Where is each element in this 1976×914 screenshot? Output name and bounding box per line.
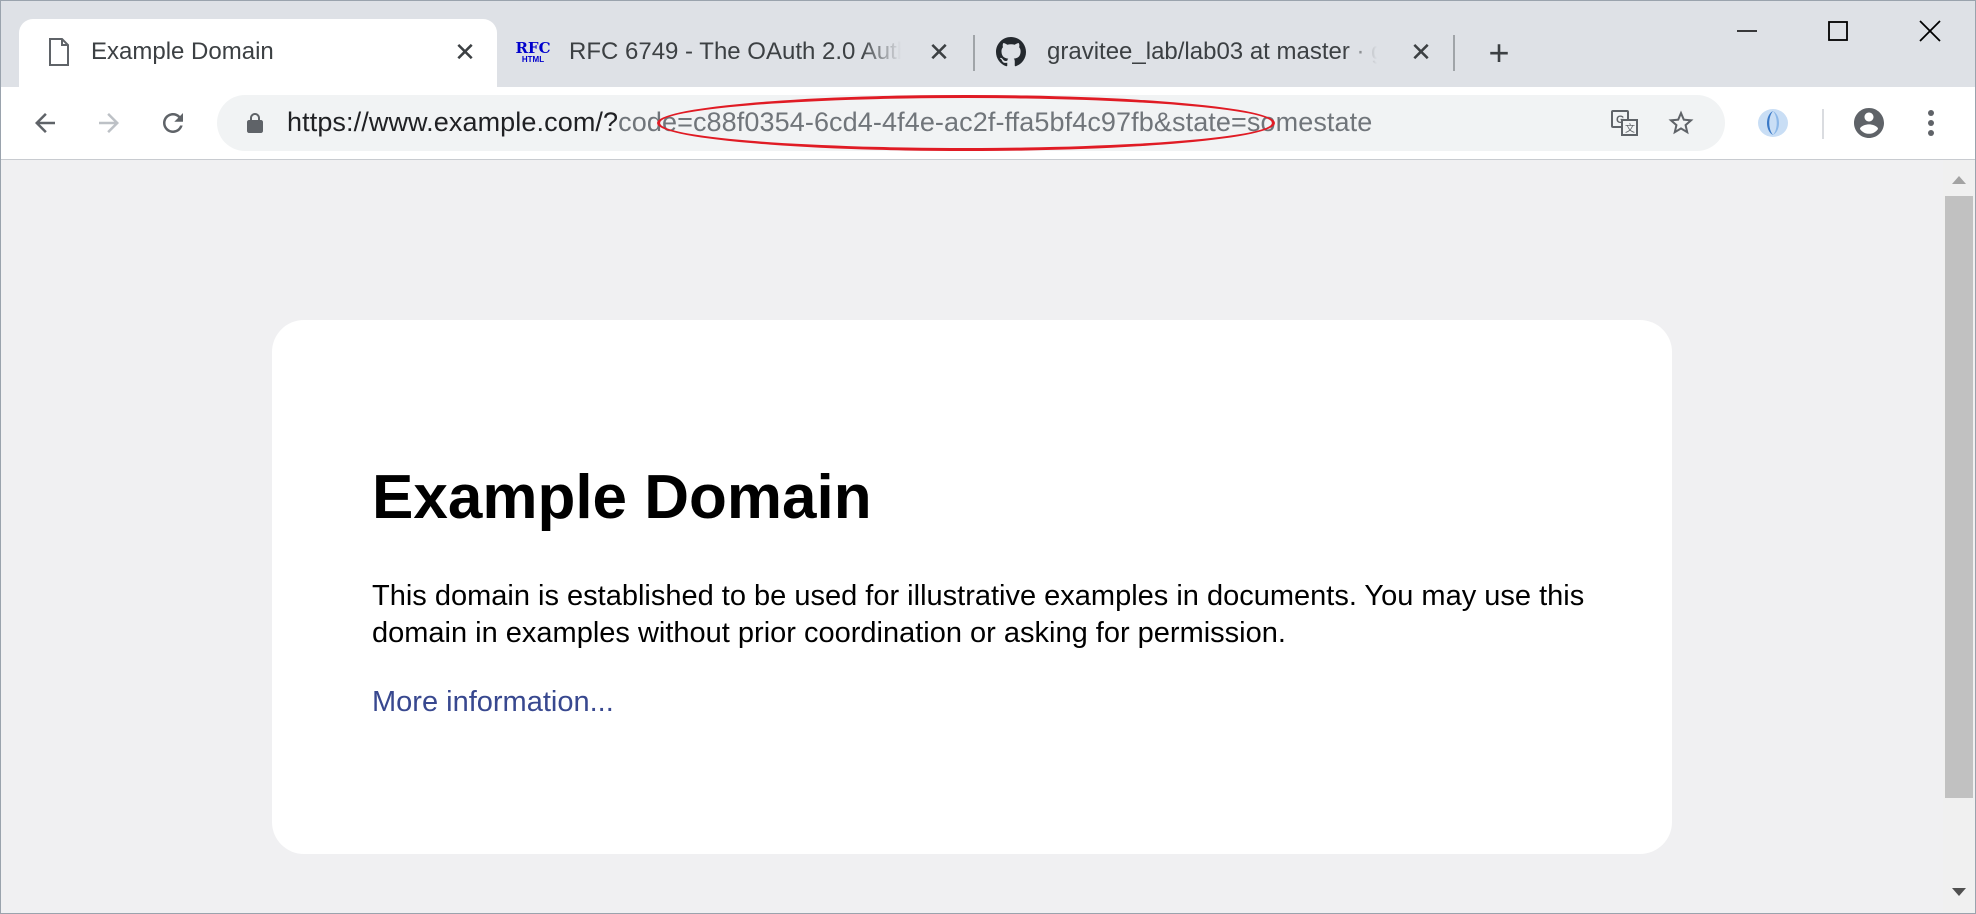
close-tab-icon[interactable]: ✕ [449,36,481,68]
close-tab-icon[interactable]: ✕ [1405,36,1437,68]
forward-icon[interactable] [83,97,135,149]
url-code-highlight [657,95,1275,151]
svg-text:文: 文 [1625,122,1635,135]
tab-title: gravitee_lab/lab03 at master · g [1047,38,1377,65]
scroll-down-icon[interactable] [1943,880,1975,904]
tab-separator [1453,35,1455,71]
rfc-html-icon: RFC HTML [515,36,551,68]
more-menu-icon[interactable] [1905,97,1957,149]
document-icon [43,36,75,68]
page-viewport: Example Domain This domain is establishe… [1,160,1943,913]
bookmark-star-icon[interactable] [1663,105,1699,141]
tab-example-domain[interactable]: Example Domain ✕ [19,19,497,87]
profile-avatar-icon[interactable] [1843,97,1895,149]
browser-window: Example Domain ✕ RFC HTML RFC 6749 - The… [0,0,1976,914]
minimize-icon[interactable] [1707,1,1787,61]
maximize-icon[interactable] [1798,1,1878,61]
window-close-icon[interactable] [1890,1,1970,61]
tab-github-gravitee[interactable]: gravitee_lab/lab03 at master · g ✕ [975,19,1453,87]
scrollbar-thumb[interactable] [1945,196,1973,798]
scroll-up-icon[interactable] [1943,168,1975,192]
tab-title: Example Domain [91,38,274,65]
tab-title: RFC 6749 - The OAuth 2.0 Auth [569,38,901,65]
page-description: This domain is established to be used fo… [372,580,1585,649]
content-card: Example Domain This domain is establishe… [272,320,1672,854]
html-icon-text: HTML [521,54,545,64]
url-base: https://www.example.com/? [287,107,619,137]
rfc-icon-text: RFC [515,38,551,57]
new-tab-button[interactable]: + [1479,32,1519,73]
translate-icon[interactable]: G文 [1607,105,1643,141]
tab-rfc-6749[interactable]: RFC HTML RFC 6749 - The OAuth 2.0 Auth ✕ [497,19,973,87]
more-information-link[interactable]: More information... [372,686,614,719]
reload-icon[interactable] [147,97,199,149]
toolbar-separator [1822,109,1824,139]
tab-strip: Example Domain ✕ RFC HTML RFC 6749 - The… [1,1,1975,87]
close-tab-icon[interactable]: ✕ [923,36,955,68]
vertical-scrollbar[interactable] [1943,160,1975,913]
lock-icon[interactable] [243,111,267,135]
back-icon[interactable] [19,97,71,149]
github-icon [995,36,1027,68]
extension-icon[interactable] [1747,97,1799,149]
page-heading: Example Domain [372,463,872,532]
